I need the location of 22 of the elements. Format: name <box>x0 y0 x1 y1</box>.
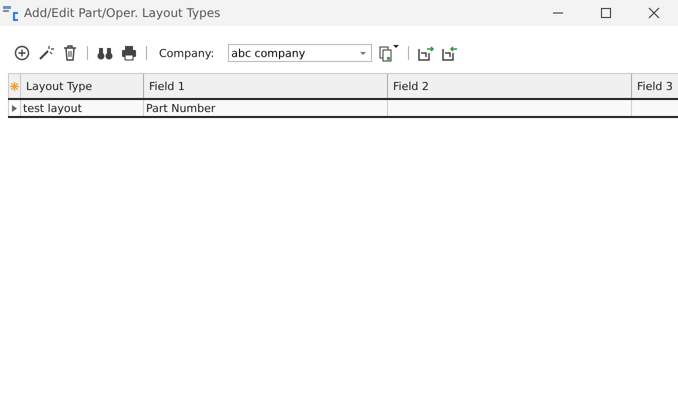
company-label: Company: <box>159 46 214 60</box>
column-header[interactable]: Field 1 <box>144 74 388 98</box>
column-header[interactable]: Field 3 <box>632 74 678 98</box>
export-icon[interactable] <box>417 44 436 62</box>
printer-icon[interactable] <box>120 44 138 62</box>
import-icon[interactable] <box>441 44 460 62</box>
maximize-icon[interactable] <box>600 7 612 19</box>
close-icon[interactable] <box>648 7 660 19</box>
copy-dropdown-icon[interactable] <box>378 44 400 62</box>
app-icon <box>2 4 20 22</box>
dropdown-caret-icon[interactable] <box>360 52 366 55</box>
column-header[interactable]: Layout Type <box>21 74 144 98</box>
window-title: Add/Edit Part/Oper. Layout Types <box>24 6 222 20</box>
current-row-icon <box>12 104 17 112</box>
new-row-star-icon <box>10 82 19 90</box>
company-dropdown[interactable]: abc company <box>228 44 372 62</box>
table-cell: test layout <box>21 100 144 116</box>
trash-icon[interactable] <box>61 44 79 62</box>
add-icon[interactable] <box>13 44 31 62</box>
magic-wand-icon[interactable] <box>37 44 55 62</box>
column-header[interactable]: Field 2 <box>388 74 632 98</box>
table-cell: Part Number <box>144 100 388 116</box>
